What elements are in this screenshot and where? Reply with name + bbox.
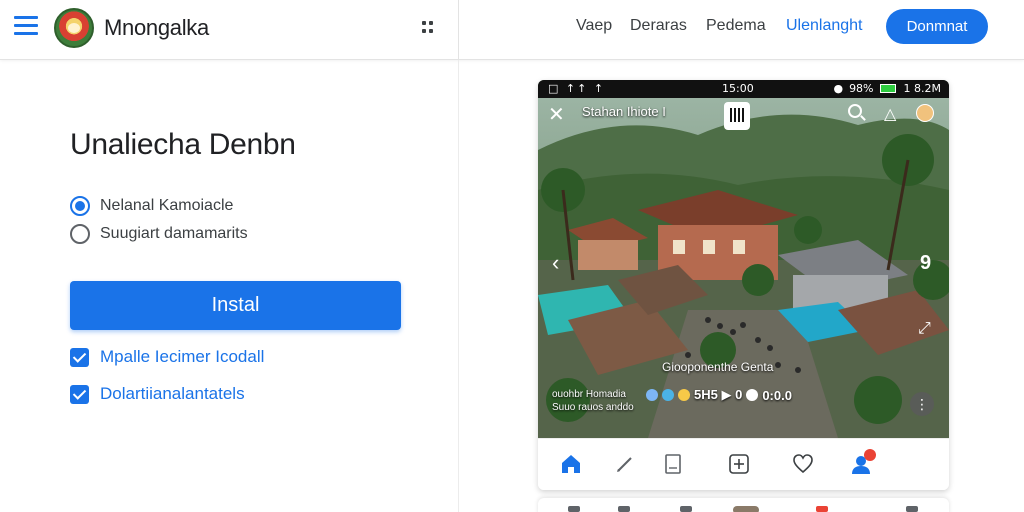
nav-link-1[interactable]: Vaep [576, 17, 612, 35]
nav-link-active[interactable]: Ulenlanght [786, 17, 863, 35]
notification-badge [864, 449, 876, 461]
peek-icon [906, 506, 918, 512]
reactions-count: 0:0.0 [762, 387, 792, 403]
peek-icon [680, 506, 692, 512]
checkbox-checked-icon[interactable] [70, 384, 89, 404]
add-icon[interactable] [728, 453, 752, 475]
checkbox-option-1[interactable]: Mpalle Iecimer Icodall [70, 347, 264, 367]
checkbox-option-1-label: Mpalle Iecimer Icodall [100, 347, 265, 366]
photo-footnote: ouohbr Homadia Suuo rauos anddo [552, 388, 634, 414]
chevron-left-icon[interactable]: ‹ [552, 250, 559, 276]
phone-status-bar: □ ↑↑ ↑ 15:00 ● 98% 1 8.2M [538, 80, 949, 98]
checkbox-option-2[interactable]: Dolartiianalantatels [70, 384, 245, 404]
status-left-icons: □ ↑↑ ↑ [548, 82, 606, 95]
nav-link-2[interactable]: Deraras [630, 17, 687, 35]
radio-checked-icon[interactable] [70, 196, 90, 216]
status-time: 1 8.2M [903, 82, 941, 95]
checkbox-option-2-label: Dolartiianalantatels [100, 384, 245, 403]
header-divider [458, 0, 459, 60]
laugh-reaction-icon [678, 389, 690, 401]
note-icon[interactable] [662, 453, 686, 475]
battery-percent: 98% [849, 82, 874, 95]
search-icon[interactable] [848, 104, 862, 118]
phone-tab-bar [538, 438, 949, 490]
reactions-row[interactable]: 5H5 ▶ 0 0:0.0 [646, 387, 792, 403]
village-photo: □ ↑↑ ↑ 15:00 ● 98% 1 8.2M ✕ Stahan Ihiot… [538, 80, 949, 438]
install-button[interactable]: Instal [70, 281, 401, 330]
app-name: Mnongalka [104, 15, 209, 40]
header-cta-button[interactable]: Donmnat [886, 9, 988, 44]
pane-divider [458, 60, 459, 512]
edit-icon[interactable] [614, 453, 638, 475]
peek-icon [568, 506, 580, 512]
back-icon[interactable]: ✕ [548, 102, 565, 127]
top-bar: Mnongalka Vaep Deraras Pedema Ulenlanght… [0, 0, 1024, 60]
photo-caption: Giooponenthe Genta [662, 360, 774, 374]
checkbox-checked-icon[interactable] [70, 347, 89, 367]
expand-icon[interactable]: ⤢ [918, 320, 931, 338]
phone-preview: □ ↑↑ ↑ 15:00 ● 98% 1 8.2M ✕ Stahan Ihiot… [538, 80, 949, 490]
nav-link-3[interactable]: Pedema [706, 17, 766, 35]
clock-icon [746, 389, 759, 401]
profile-icon[interactable] [850, 449, 876, 475]
footnote-line-1: ouohbr Homadia [552, 389, 626, 400]
village-scene-image [538, 80, 949, 438]
bell-icon[interactable]: △ [884, 104, 896, 124]
love-reaction-icon [662, 389, 674, 401]
radio-option-1-label: Nelanal Kamoiacle [100, 197, 234, 214]
peek-icon [618, 506, 630, 512]
next-icon[interactable]: 9 [920, 252, 931, 275]
avatar[interactable] [916, 104, 934, 122]
status-right: ● 98% 1 8.2M [833, 82, 941, 95]
more-options-icon[interactable]: ⋮ [910, 392, 934, 416]
form-title: Unaliecha Denbn [70, 128, 296, 161]
radio-option-2[interactable]: Suugiart damamarits [70, 224, 248, 244]
reactions-text: 5H5 ▶ 0 [694, 387, 743, 402]
photo-title: Stahan Ihiote I [582, 104, 666, 119]
next-card-peek [538, 498, 949, 512]
peek-icon [816, 506, 828, 512]
app-logo[interactable] [54, 8, 94, 48]
page: Mnongalka Vaep Deraras Pedema Ulenlanght… [0, 0, 1024, 512]
radio-unchecked-icon[interactable] [70, 224, 90, 244]
heart-icon[interactable] [792, 453, 816, 475]
peek-avatar [733, 506, 759, 512]
status-clock: 15:00 [722, 82, 754, 95]
battery-icon [879, 84, 896, 93]
radio-option-2-label: Suugiart damamarits [100, 225, 248, 242]
home-icon[interactable] [560, 453, 584, 475]
footnote-line-2: Suuo rauos anddo [552, 402, 634, 413]
apps-grid-icon[interactable] [422, 21, 434, 33]
qr-badge-icon[interactable] [724, 102, 750, 130]
radio-option-1[interactable]: Nelanal Kamoiacle [70, 196, 233, 216]
wifi-icon: ● [833, 82, 844, 95]
menu-icon[interactable] [14, 16, 38, 38]
like-reaction-icon [646, 389, 658, 401]
